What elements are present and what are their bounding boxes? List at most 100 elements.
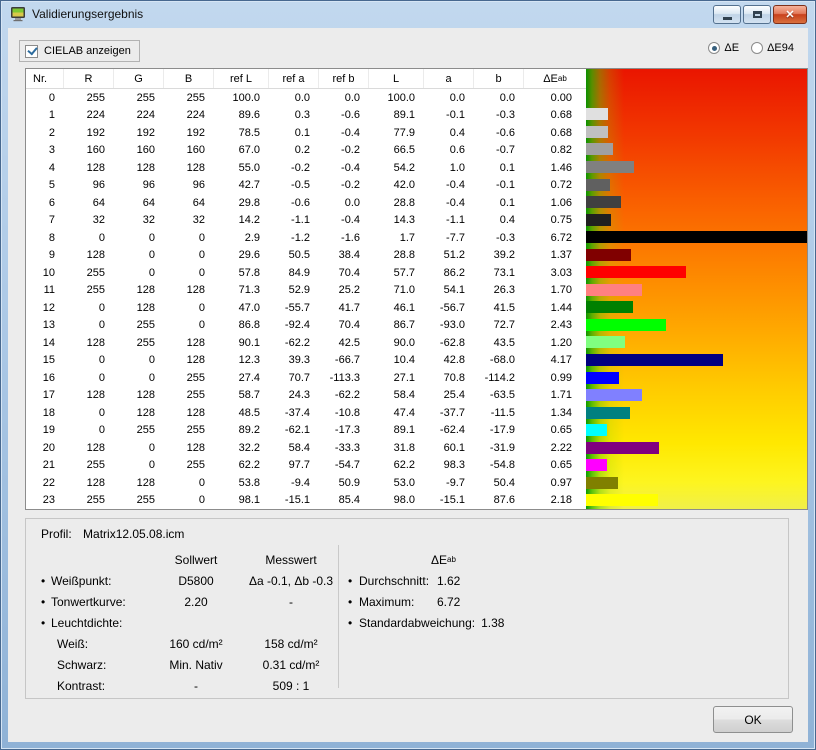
- minimize-button[interactable]: [713, 5, 741, 24]
- cell-l: 31.8: [369, 442, 424, 454]
- table-row[interactable]: 20128012832.258.4-33.331.860.1-31.92.22: [26, 439, 586, 457]
- durchschnitt-value: 1.62: [437, 574, 460, 588]
- table-row[interactable]: 160025527.470.7-113.327.170.8-114.20.99: [26, 369, 586, 387]
- cell-ref-a: -1.1: [269, 214, 319, 226]
- table-row[interactable]: 19025525589.2-62.1-17.389.1-62.4-17.90.6…: [26, 422, 586, 440]
- cielab-checkbox[interactable]: [25, 45, 38, 58]
- table-row[interactable]: 316016016067.00.2-0.266.50.6-0.70.82: [26, 142, 586, 160]
- bar-slot: [586, 211, 807, 229]
- cell-b: 0.4: [474, 214, 524, 226]
- standardabweichung-value: 1.38: [481, 616, 504, 630]
- cell-r: 255: [64, 459, 114, 471]
- cell-r: 128: [64, 249, 114, 261]
- cell-delta-e: 1.37: [524, 249, 586, 261]
- summary-row-leuchtdichte: •Leuchtdichte:: [41, 612, 343, 633]
- cell-g: 128: [114, 477, 164, 489]
- delta-bar: [586, 231, 807, 243]
- cell-b: 0: [164, 267, 214, 279]
- table-row[interactable]: 219219219278.50.1-0.477.90.4-0.60.68: [26, 124, 586, 142]
- table-row[interactable]: 150012812.339.3-66.710.442.8-68.04.17: [26, 352, 586, 370]
- cell-r: 192: [64, 127, 114, 139]
- delta-bar: [586, 442, 659, 454]
- cell-b: 255: [164, 424, 214, 436]
- cell-b: 255: [164, 92, 214, 104]
- ok-button[interactable]: OK: [713, 706, 793, 733]
- table-row[interactable]: 1712812825558.724.3-62.258.425.4-63.51.7…: [26, 387, 586, 405]
- window-title: Validierungsergebnis: [32, 0, 143, 28]
- cell-delta-e: 1.71: [524, 389, 586, 401]
- table-row[interactable]: 91280029.650.538.428.851.239.21.37: [26, 247, 586, 265]
- results-table: Nr. R G B ref L ref a ref b L a b ΔEab 0…: [26, 69, 586, 509]
- cell-ref-a: 0.2: [269, 144, 319, 156]
- table-row[interactable]: 1125512812871.352.925.271.054.126.31.70: [26, 282, 586, 300]
- cell-r: 255: [64, 92, 114, 104]
- delta-bar: [586, 319, 666, 331]
- table-row[interactable]: 130255086.8-92.470.486.7-93.072.72.43: [26, 317, 586, 335]
- table-row[interactable]: 102550057.884.970.457.786.273.13.03: [26, 264, 586, 282]
- table-row[interactable]: 18012812848.5-37.4-10.847.4-37.7-11.51.3…: [26, 404, 586, 422]
- cell-ref-b: -0.4: [319, 162, 369, 174]
- bullet-icon: •: [348, 616, 359, 630]
- cell-b: -11.5: [474, 407, 524, 419]
- profile-label: Profil:: [41, 527, 72, 541]
- maximize-button[interactable]: [743, 5, 771, 24]
- cell-ref-a: 52.9: [269, 284, 319, 296]
- close-button[interactable]: ✕: [773, 5, 807, 24]
- cell-delta-e: 0.97: [524, 477, 586, 489]
- cell-g: 64: [114, 197, 164, 209]
- cell-ref-a: -62.2: [269, 337, 319, 349]
- cell-g: 0: [114, 442, 164, 454]
- cell-g: 0: [114, 232, 164, 244]
- cell-nr: 22: [26, 477, 64, 489]
- table-row[interactable]: 0255255255100.00.00.0100.00.00.00.00: [26, 89, 586, 107]
- table-row[interactable]: 21255025562.297.7-54.762.298.3-54.80.65: [26, 457, 586, 475]
- cell-b: 32: [164, 214, 214, 226]
- table-row[interactable]: 22128128053.8-9.450.953.0-9.750.40.97: [26, 474, 586, 492]
- table-row[interactable]: 23255255098.1-15.185.498.0-15.187.62.18: [26, 492, 586, 510]
- table-row[interactable]: 122422422489.60.3-0.689.1-0.1-0.30.68: [26, 107, 586, 125]
- delta-bar: [586, 459, 607, 471]
- cell-b: 255: [164, 372, 214, 384]
- cell-b: 0.0: [474, 92, 524, 104]
- radio-delta-e94-label: ΔE94: [767, 42, 794, 54]
- cell-r: 32: [64, 214, 114, 226]
- bullet-icon: •: [41, 595, 51, 609]
- cell-nr: 23: [26, 494, 64, 506]
- cell-nr: 3: [26, 144, 64, 156]
- cell-ref-l: 86.8: [214, 319, 269, 331]
- radio-delta-e94[interactable]: ΔE94: [751, 42, 794, 54]
- cell-a: -0.4: [424, 197, 474, 209]
- cell-ref-l: 42.7: [214, 179, 269, 191]
- cell-b: -68.0: [474, 354, 524, 366]
- cell-ref-b: 0.0: [319, 197, 369, 209]
- cell-ref-b: 41.7: [319, 302, 369, 314]
- cell-l: 100.0: [369, 92, 424, 104]
- table-row[interactable]: 1412825512890.1-62.242.590.0-62.843.51.2…: [26, 334, 586, 352]
- cell-a: 98.3: [424, 459, 474, 471]
- cell-a: 54.1: [424, 284, 474, 296]
- cell-b: 0: [164, 232, 214, 244]
- table-row[interactable]: 120128047.0-55.741.746.1-56.741.51.44: [26, 299, 586, 317]
- cell-l: 53.0: [369, 477, 424, 489]
- table-row[interactable]: 412812812855.0-0.2-0.454.21.00.11.46: [26, 159, 586, 177]
- profile-value: Matrix12.05.08.icm: [83, 527, 184, 541]
- header-g: G: [114, 69, 164, 88]
- cell-ref-a: 97.7: [269, 459, 319, 471]
- delta-bar: [586, 477, 618, 489]
- cell-b: 39.2: [474, 249, 524, 261]
- cell-a: -56.7: [424, 302, 474, 314]
- cell-ref-b: 70.4: [319, 267, 369, 279]
- titlebar[interactable]: Validierungsergebnis ✕: [0, 0, 816, 28]
- table-row[interactable]: 664646429.8-0.60.028.8-0.40.11.06: [26, 194, 586, 212]
- cell-ref-l: 53.8: [214, 477, 269, 489]
- table-row[interactable]: 596969642.7-0.5-0.242.0-0.4-0.10.72: [26, 177, 586, 195]
- radio-delta-e[interactable]: ΔE: [708, 42, 739, 54]
- cell-nr: 9: [26, 249, 64, 261]
- cielab-checkbox-group[interactable]: CIELAB anzeigen: [19, 40, 140, 62]
- table-row[interactable]: 80002.9-1.2-1.61.7-7.7-0.36.72: [26, 229, 586, 247]
- cell-g: 0: [114, 267, 164, 279]
- cell-b: 255: [164, 459, 214, 471]
- bar-slot: [586, 299, 807, 317]
- table-row[interactable]: 732323214.2-1.1-0.414.3-1.10.40.75: [26, 212, 586, 230]
- cell-l: 28.8: [369, 197, 424, 209]
